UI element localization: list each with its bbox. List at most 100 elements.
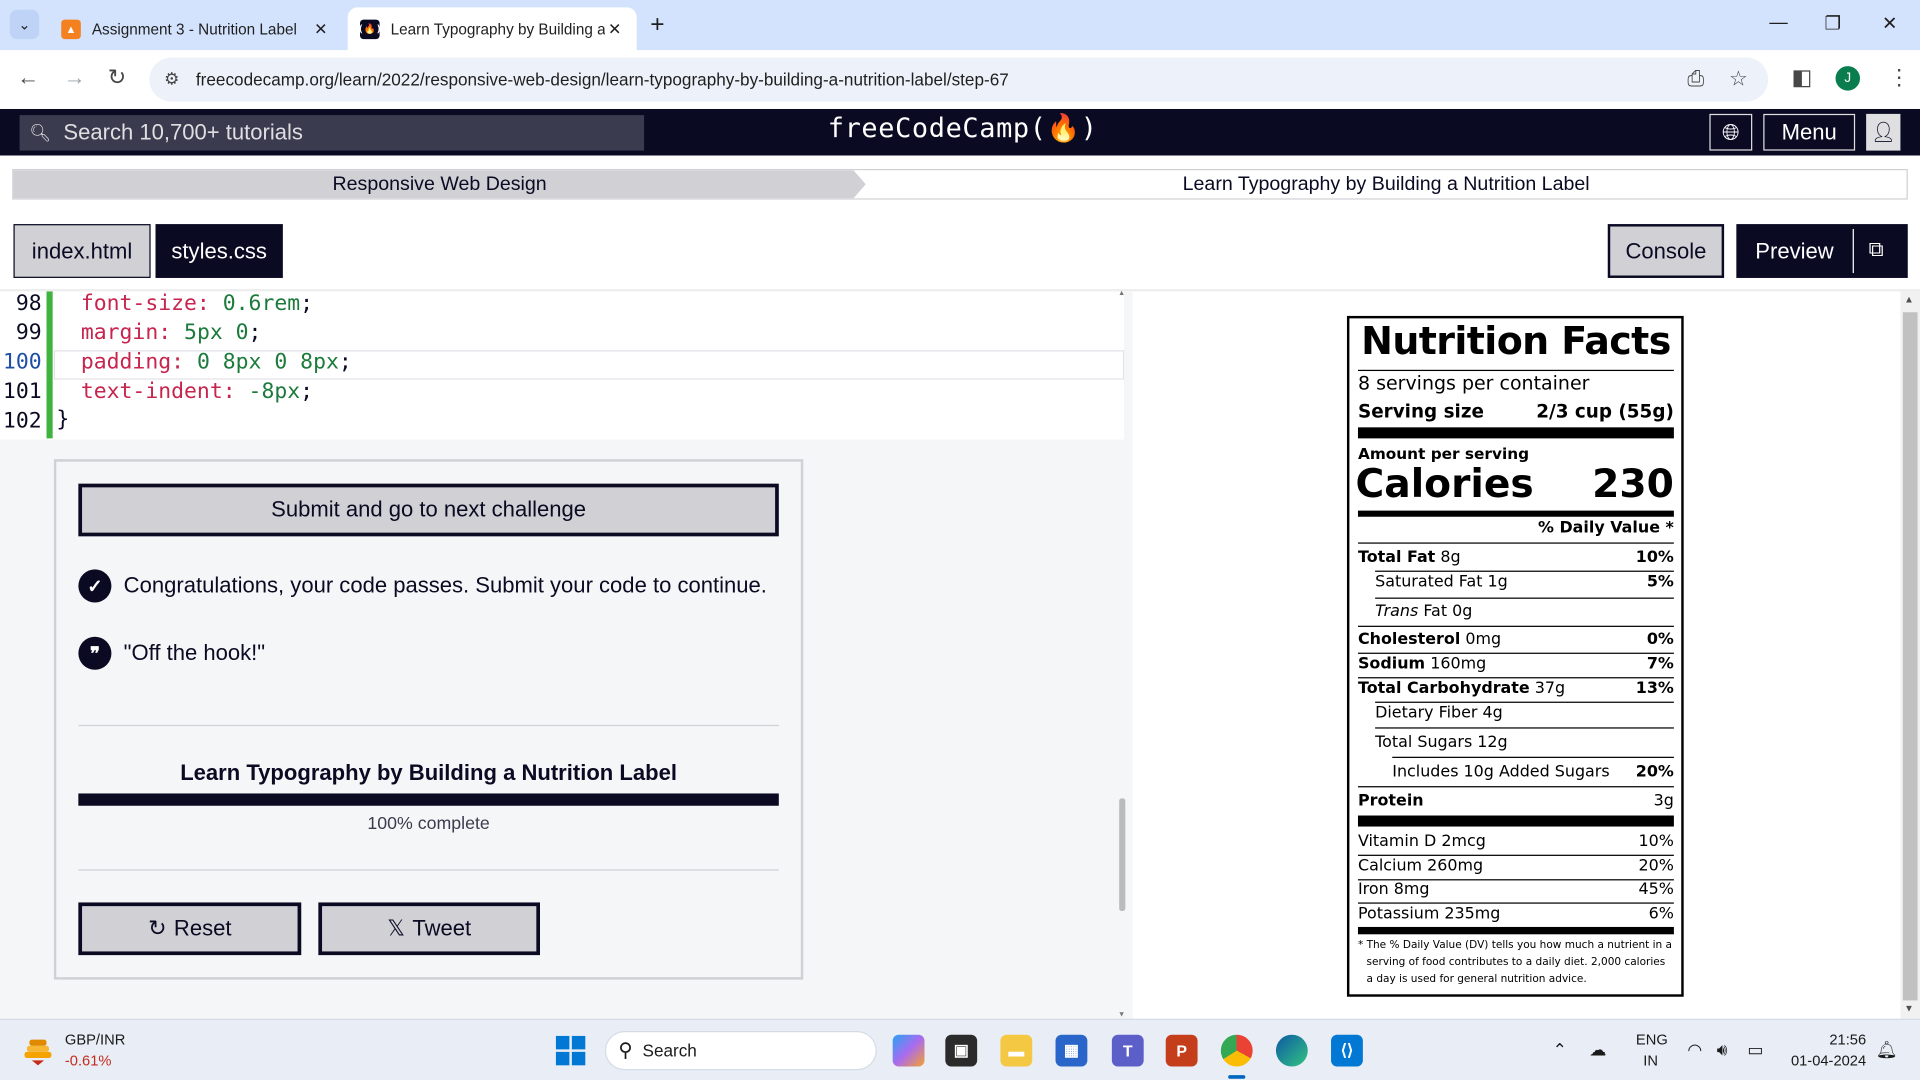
task-view-icon[interactable]: ▣	[945, 1034, 978, 1067]
nutrient-row: Protein 3g	[1358, 790, 1674, 814]
profile-avatar[interactable]: J	[1835, 66, 1861, 91]
site-settings-icon[interactable]: ⚙	[164, 69, 179, 90]
editor-scroll-down-icon[interactable]: ▼	[1118, 1011, 1125, 1018]
notification-bell-icon[interactable]: 🔔︎	[1876, 1040, 1898, 1061]
breadcrumb-block[interactable]: Learn Typography by Building a Nutrition…	[866, 170, 1907, 198]
pane-splitter[interactable]	[1124, 291, 1133, 1019]
editor-scrollbar[interactable]	[1119, 798, 1126, 912]
nutrient-row: Dietary Fiber 4g	[1358, 702, 1674, 726]
vitamin-pct: 20%	[1638, 857, 1674, 876]
nutrient-row: Total Sugars 12g	[1358, 731, 1674, 755]
store-icon[interactable]: ▦	[1055, 1034, 1088, 1067]
restore-icon[interactable]: ❐	[1825, 12, 1841, 34]
volume-icon[interactable]: 🔊︎	[1717, 1040, 1728, 1061]
active-app-indicator	[1228, 1075, 1246, 1079]
css-property: font-size	[80, 291, 197, 316]
vitamin-name: Vitamin D 2mcg	[1357, 832, 1486, 852]
code-editor[interactable]: 98 99 100 101 102 font-size: 0.6rem; mar…	[0, 291, 1125, 440]
tab-index-html[interactable]: index.html	[13, 224, 151, 278]
copilot-icon[interactable]	[892, 1034, 925, 1067]
back-icon[interactable]: ←	[17, 65, 39, 91]
css-property: text-indent	[80, 379, 223, 405]
submit-next-button[interactable]: Submit and go to next challenge	[78, 483, 779, 537]
start-button-icon[interactable]	[555, 1035, 586, 1066]
install-app-icon[interactable]: ⎙	[1687, 67, 1704, 91]
css-property: padding	[80, 350, 172, 375]
tab-styles-css[interactable]: styles.css	[155, 224, 283, 278]
preview-scroll-up-icon[interactable]: ▲	[1904, 294, 1914, 305]
code-line[interactable]: margin: 5px 0;	[81, 321, 262, 345]
divider	[1375, 597, 1674, 599]
code-line[interactable]: font-size: 0.6rem;	[81, 291, 313, 315]
code-line[interactable]: text-indent: -8px;	[81, 380, 313, 404]
breadcrumb-superblock[interactable]: Responsive Web Design	[13, 170, 866, 199]
close-tab-icon[interactable]: ✕	[605, 19, 625, 39]
nutrient-pct: 10%	[1635, 548, 1674, 567]
clock-time[interactable]: 21:56	[1788, 1031, 1866, 1048]
vitamin-name: Iron 8mg	[1357, 880, 1430, 899]
close-tab-icon[interactable]: ✕	[311, 19, 331, 39]
user-avatar-icon[interactable]: 👤︎	[1866, 113, 1901, 151]
tab-search-button[interactable]: ⌄	[9, 9, 40, 40]
tab-title: Assignment 3 - Nutrition Label	[91, 20, 297, 38]
console-button[interactable]: Console	[1607, 224, 1725, 278]
edge-icon[interactable]	[1275, 1034, 1308, 1067]
divider	[1375, 727, 1674, 729]
teams-icon[interactable]: T	[1111, 1034, 1144, 1067]
new-tab-button[interactable]: +	[650, 11, 664, 39]
network-status-icon[interactable]: ☁	[1589, 1040, 1606, 1061]
ticker-name[interactable]: GBP/INR	[65, 1031, 125, 1048]
nutrient-name: Cholesterol	[1357, 630, 1461, 649]
taskbar-search[interactable]: ⚲ Search	[604, 1031, 877, 1071]
chrome-icon[interactable]	[1220, 1034, 1253, 1067]
progress-text: 100% complete	[367, 814, 490, 834]
powerpoint-icon[interactable]: P	[1165, 1034, 1198, 1067]
browser-toolbar: ← → ↻ ⚙ freecodecamp.org/learn/2022/resp…	[0, 50, 1920, 109]
vitamin-pct: 45%	[1638, 880, 1674, 899]
url-text[interactable]: freecodecamp.org/learn/2022/responsive-w…	[196, 70, 1009, 90]
vitamin-row: Vitamin D 2mcg 10%	[1358, 830, 1674, 854]
css-value: 5px 0	[184, 320, 249, 346]
address-bar[interactable]: ⚙ freecodecamp.org/learn/2022/responsive…	[149, 57, 1769, 102]
more-menu-icon[interactable]: ⋮	[1888, 65, 1910, 91]
file-explorer-icon[interactable]: ▬	[1000, 1034, 1033, 1067]
vscode-icon[interactable]: ⟨⟩	[1331, 1034, 1363, 1067]
nutrient-row: Total Carbohydrate 37g 13%	[1358, 677, 1674, 701]
reset-button[interactable]: ↻ Reset	[78, 902, 302, 956]
side-panel-icon[interactable]: ◧	[1791, 65, 1812, 91]
preview-scrollbar-thumb[interactable]	[1902, 312, 1918, 1001]
preview-button[interactable]: Preview ⧉	[1736, 224, 1908, 278]
browser-tab-assignment[interactable]: ▲ Assignment 3 - Nutrition Label ✕	[49, 7, 343, 50]
menu-button[interactable]: Menu	[1763, 113, 1856, 151]
code-line[interactable]: padding: 0 8px 0 8px;	[81, 350, 352, 374]
currency-ticker-icon[interactable]	[22, 1035, 54, 1067]
reload-icon[interactable]: ↻	[108, 65, 126, 91]
close-window-icon[interactable]: ✕	[1882, 12, 1897, 34]
calories-row: Calories 230	[1356, 458, 1674, 509]
minimize-icon[interactable]: —	[1769, 12, 1787, 33]
x-logo-icon: 𝕏	[387, 915, 405, 941]
bookmark-star-icon[interactable]: ☆	[1729, 67, 1748, 91]
browser-tab-fcc[interactable]: (🔥) Learn Typography by Building a Nutri…	[347, 7, 637, 51]
input-language[interactable]: ENG	[1636, 1031, 1668, 1048]
nutrient-pct: 20%	[1635, 762, 1674, 782]
popout-preview-icon[interactable]: ⧉	[1869, 238, 1884, 262]
forward-icon[interactable]: →	[64, 65, 86, 91]
language-globe-icon[interactable]: 🌐︎	[1709, 113, 1753, 151]
tutorial-search-input[interactable]: 🔍︎ Search 10,700+ tutorials	[19, 115, 645, 151]
nutrient-row: Total Fat 8g 10%	[1358, 546, 1674, 570]
preview-scroll-down-icon[interactable]: ▼	[1904, 1003, 1914, 1014]
battery-icon[interactable]: ▭	[1747, 1040, 1763, 1061]
fcc-logo[interactable]: freeCodeCamp(🔥)	[828, 114, 1098, 145]
vitamin-name: Calcium 260mg	[1357, 857, 1484, 876]
windows-taskbar: GBP/INR -0.61% ⚲ Search ▣ ▬ ▦ T P ⟨⟩ ⌃ ☁…	[0, 1018, 1920, 1080]
tweet-button[interactable]: 𝕏 Tweet	[318, 902, 541, 956]
wifi-icon[interactable]: ◠	[1687, 1040, 1702, 1061]
check-circle-icon: ✓	[78, 569, 112, 603]
nutrient-name: Saturated Fat 1g	[1375, 573, 1508, 592]
quote-icon: ❞	[78, 636, 112, 670]
closing-brace: }	[56, 407, 70, 433]
show-hidden-icons-icon[interactable]: ⌃	[1553, 1040, 1567, 1061]
pass-message: Congratulations, your code passes. Submi…	[123, 573, 767, 598]
footnote: * The % Daily Value (DV) tells you how m…	[1357, 939, 1672, 986]
